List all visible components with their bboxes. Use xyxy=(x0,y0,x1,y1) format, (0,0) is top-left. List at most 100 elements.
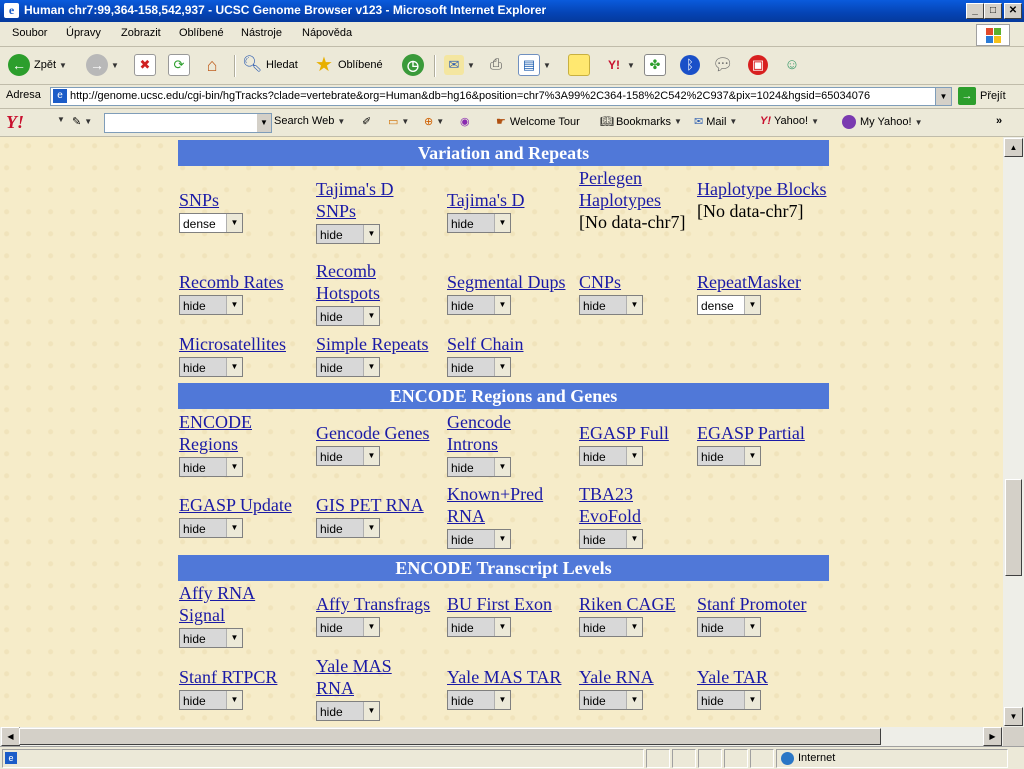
visibility-select[interactable]: dense ▼ xyxy=(179,213,243,233)
clover-button[interactable]: ✤ xyxy=(644,52,666,78)
visibility-select[interactable]: hide ▼ xyxy=(316,701,380,721)
yahoo-menu-button[interactable]: Y! Yahoo! ▼ xyxy=(760,115,819,127)
visibility-select[interactable]: hide ▼ xyxy=(179,357,243,377)
visibility-select[interactable]: hide ▼ xyxy=(579,446,643,466)
visibility-select[interactable]: hide ▼ xyxy=(179,518,243,538)
visibility-select[interactable]: hide ▼ xyxy=(316,617,380,637)
home-button[interactable]: ⌂ xyxy=(202,52,222,78)
welcome-tour-button[interactable]: ☛ Welcome Tour xyxy=(496,115,580,129)
notes-button[interactable] xyxy=(568,52,590,78)
scroll-down-icon[interactable]: ▼ xyxy=(1004,707,1023,726)
track-link[interactable]: Stanf RTPCR xyxy=(179,667,277,687)
search-web-button[interactable]: Search Web ▼ xyxy=(274,115,345,127)
visibility-select[interactable]: hide ▼ xyxy=(697,617,761,637)
track-link[interactable]: Known+Pred RNA xyxy=(447,484,543,526)
track-link[interactable]: Riken CAGE xyxy=(579,594,676,614)
briefcase-button[interactable]: ▣ xyxy=(748,52,768,78)
visibility-select[interactable]: hide ▼ xyxy=(316,518,380,538)
close-button[interactable]: ✕ xyxy=(1004,3,1022,19)
mail-button[interactable]: ✉ ▼ xyxy=(444,52,475,78)
track-link[interactable]: Yale MAS RNA xyxy=(316,656,392,698)
visibility-select[interactable]: hide ▼ xyxy=(179,628,243,648)
pencil-button[interactable]: ✎ ▼ xyxy=(72,115,92,128)
people-button[interactable]: ☺ xyxy=(782,52,802,78)
stop-button[interactable]: ✖ xyxy=(134,52,156,78)
visibility-select[interactable]: hide ▼ xyxy=(447,213,511,233)
track-link[interactable]: CNPs xyxy=(579,272,621,292)
visibility-select[interactable]: hide ▼ xyxy=(179,295,243,315)
yahoo-logo[interactable]: Y! xyxy=(6,112,24,133)
forward-button[interactable]: → ▼ xyxy=(86,52,119,78)
visibility-select[interactable]: hide ▼ xyxy=(447,690,511,710)
track-link[interactable]: RepeatMasker xyxy=(697,272,801,292)
track-link[interactable]: Yale TAR xyxy=(697,667,768,687)
track-link[interactable]: ENCODE Regions xyxy=(179,412,252,454)
visibility-select[interactable]: hide ▼ xyxy=(697,690,761,710)
track-link[interactable]: Recomb Hotspots xyxy=(316,261,380,303)
visibility-select[interactable]: hide ▼ xyxy=(579,690,643,710)
track-link[interactable]: Gencode Genes xyxy=(316,423,429,443)
track-link[interactable]: SNPs xyxy=(179,190,219,210)
visibility-select[interactable]: hide ▼ xyxy=(697,446,761,466)
track-link[interactable]: GIS PET RNA xyxy=(316,495,424,515)
track-link[interactable]: Affy RNA Signal xyxy=(179,583,255,625)
visibility-select[interactable]: hide ▼ xyxy=(579,617,643,637)
maximize-button[interactable]: □ xyxy=(984,3,1002,19)
visibility-select[interactable]: hide ▼ xyxy=(447,529,511,549)
visibility-select[interactable]: hide ▼ xyxy=(316,306,380,326)
antispy-button[interactable]: ⊕ ▼ xyxy=(424,115,444,128)
track-link[interactable]: Simple Repeats xyxy=(316,334,428,354)
visibility-select[interactable]: hide ▼ xyxy=(447,295,511,315)
track-link[interactable]: Yale MAS TAR xyxy=(447,667,561,687)
visibility-select[interactable]: hide ▼ xyxy=(316,446,380,466)
visibility-select[interactable]: hide ▼ xyxy=(179,690,243,710)
messenger-button[interactable]: 💬︎ xyxy=(712,52,734,78)
visibility-select[interactable]: hide ▼ xyxy=(447,457,511,477)
address-dropdown-icon[interactable]: ▼ xyxy=(935,88,951,105)
horizontal-scrollbar[interactable]: ◀ ▶ xyxy=(0,727,1003,746)
my-yahoo-button[interactable]: My Yahoo! ▼ xyxy=(842,115,923,129)
search-button[interactable]: 🔍︎ Hledat xyxy=(242,52,298,78)
menu-help[interactable]: Nápověda xyxy=(302,27,352,39)
yahoo-search-input[interactable]: ▼ xyxy=(104,113,272,133)
visibility-select[interactable]: hide ▼ xyxy=(179,457,243,477)
vertical-scrollbar[interactable]: ▲ ▼ xyxy=(1003,137,1024,727)
address-input[interactable]: e http://genome.ucsc.edu/cgi-bin/hgTracks… xyxy=(50,87,952,106)
back-button[interactable]: ← Zpět ▼ xyxy=(8,52,67,78)
launchcast-button[interactable]: ◉ xyxy=(460,115,470,128)
print-button[interactable]: ⎙ xyxy=(486,52,506,78)
menu-tools[interactable]: Nástroje xyxy=(241,27,282,39)
horizontal-scroll-thumb[interactable] xyxy=(19,728,881,745)
track-link[interactable]: Segmental Dups xyxy=(447,272,566,292)
menu-view[interactable]: Zobrazit xyxy=(121,27,161,39)
track-link[interactable]: EGASP Update xyxy=(179,495,292,515)
history-button[interactable]: ◷ xyxy=(402,52,424,78)
minimize-button[interactable]: _ xyxy=(966,3,984,19)
refresh-button[interactable]: ⟳ xyxy=(168,52,190,78)
visibility-select[interactable]: hide ▼ xyxy=(316,224,380,244)
scroll-up-icon[interactable]: ▲ xyxy=(1004,138,1023,157)
visibility-select[interactable]: hide ▼ xyxy=(447,357,511,377)
edit-button[interactable]: ▤ ▼ xyxy=(518,52,551,78)
yahoo-logo-dropdown[interactable]: ▼ xyxy=(54,115,65,124)
track-link[interactable]: Tajima's D SNPs xyxy=(316,179,393,221)
track-link[interactable]: Microsatellites xyxy=(179,334,286,354)
track-link[interactable]: EGASP Partial xyxy=(697,423,805,443)
menu-file[interactable]: Soubor xyxy=(12,27,47,39)
favorites-button[interactable]: ★ Oblíbené xyxy=(314,52,383,78)
track-link[interactable]: Gencode Introns xyxy=(447,412,511,454)
scroll-right-icon[interactable]: ▶ xyxy=(983,727,1002,746)
more-chevron[interactable]: » xyxy=(996,115,1002,127)
menu-edit[interactable]: Úpravy xyxy=(66,27,101,39)
track-link[interactable]: Haplotype Blocks xyxy=(697,179,826,199)
track-link[interactable]: BU First Exon xyxy=(447,594,552,614)
track-link[interactable]: Affy Transfrags xyxy=(316,594,430,614)
highlight-button[interactable]: ✐ xyxy=(362,115,371,128)
visibility-select[interactable]: dense ▼ xyxy=(697,295,761,315)
vertical-scroll-thumb[interactable] xyxy=(1005,479,1022,576)
track-link[interactable]: Recomb Rates xyxy=(179,272,283,292)
track-link[interactable]: Self Chain xyxy=(447,334,524,354)
bookmarks-button[interactable]: 📖︎ Bookmarks ▼ xyxy=(600,115,682,129)
yahoo-messenger-button[interactable]: Y! ▼ xyxy=(604,52,635,78)
visibility-select[interactable]: hide ▼ xyxy=(579,295,643,315)
